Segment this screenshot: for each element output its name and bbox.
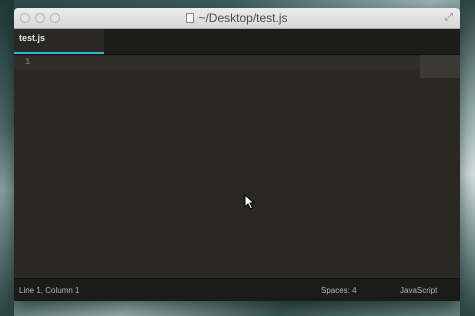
document-icon[interactable]	[186, 13, 195, 23]
line-number: 1	[25, 57, 31, 67]
fullscreen-icon[interactable]: ⤢	[445, 13, 455, 23]
editor-window: ~/Desktop/test.js ⤢ test.js 1 Line 1, Co…	[14, 8, 460, 301]
current-line-highlight	[14, 56, 420, 69]
tab-label: test.js	[19, 33, 46, 43]
cursor-position: Line 1, Column 1	[19, 286, 80, 295]
syntax-selector[interactable]: JavaScript	[400, 286, 437, 295]
indentation-selector[interactable]: Spaces: 4	[321, 286, 357, 295]
title-bar[interactable]: ~/Desktop/test.js ⤢	[14, 8, 460, 29]
tab-bar: test.js	[14, 29, 460, 55]
tab-test-js[interactable]: test.js	[14, 29, 104, 54]
window-title-area: ~/Desktop/test.js	[14, 11, 460, 25]
mouse-pointer-icon	[244, 194, 256, 210]
minimap[interactable]	[420, 55, 460, 78]
status-bar: Line 1, Column 1 Spaces: 4 JavaScript	[14, 278, 460, 301]
desktop-wallpaper-right	[460, 0, 475, 316]
window-title: ~/Desktop/test.js	[198, 11, 288, 25]
line-number-gutter: 1	[14, 55, 36, 280]
code-editor[interactable]: 1	[14, 55, 460, 280]
desktop-wallpaper-left	[0, 0, 14, 316]
